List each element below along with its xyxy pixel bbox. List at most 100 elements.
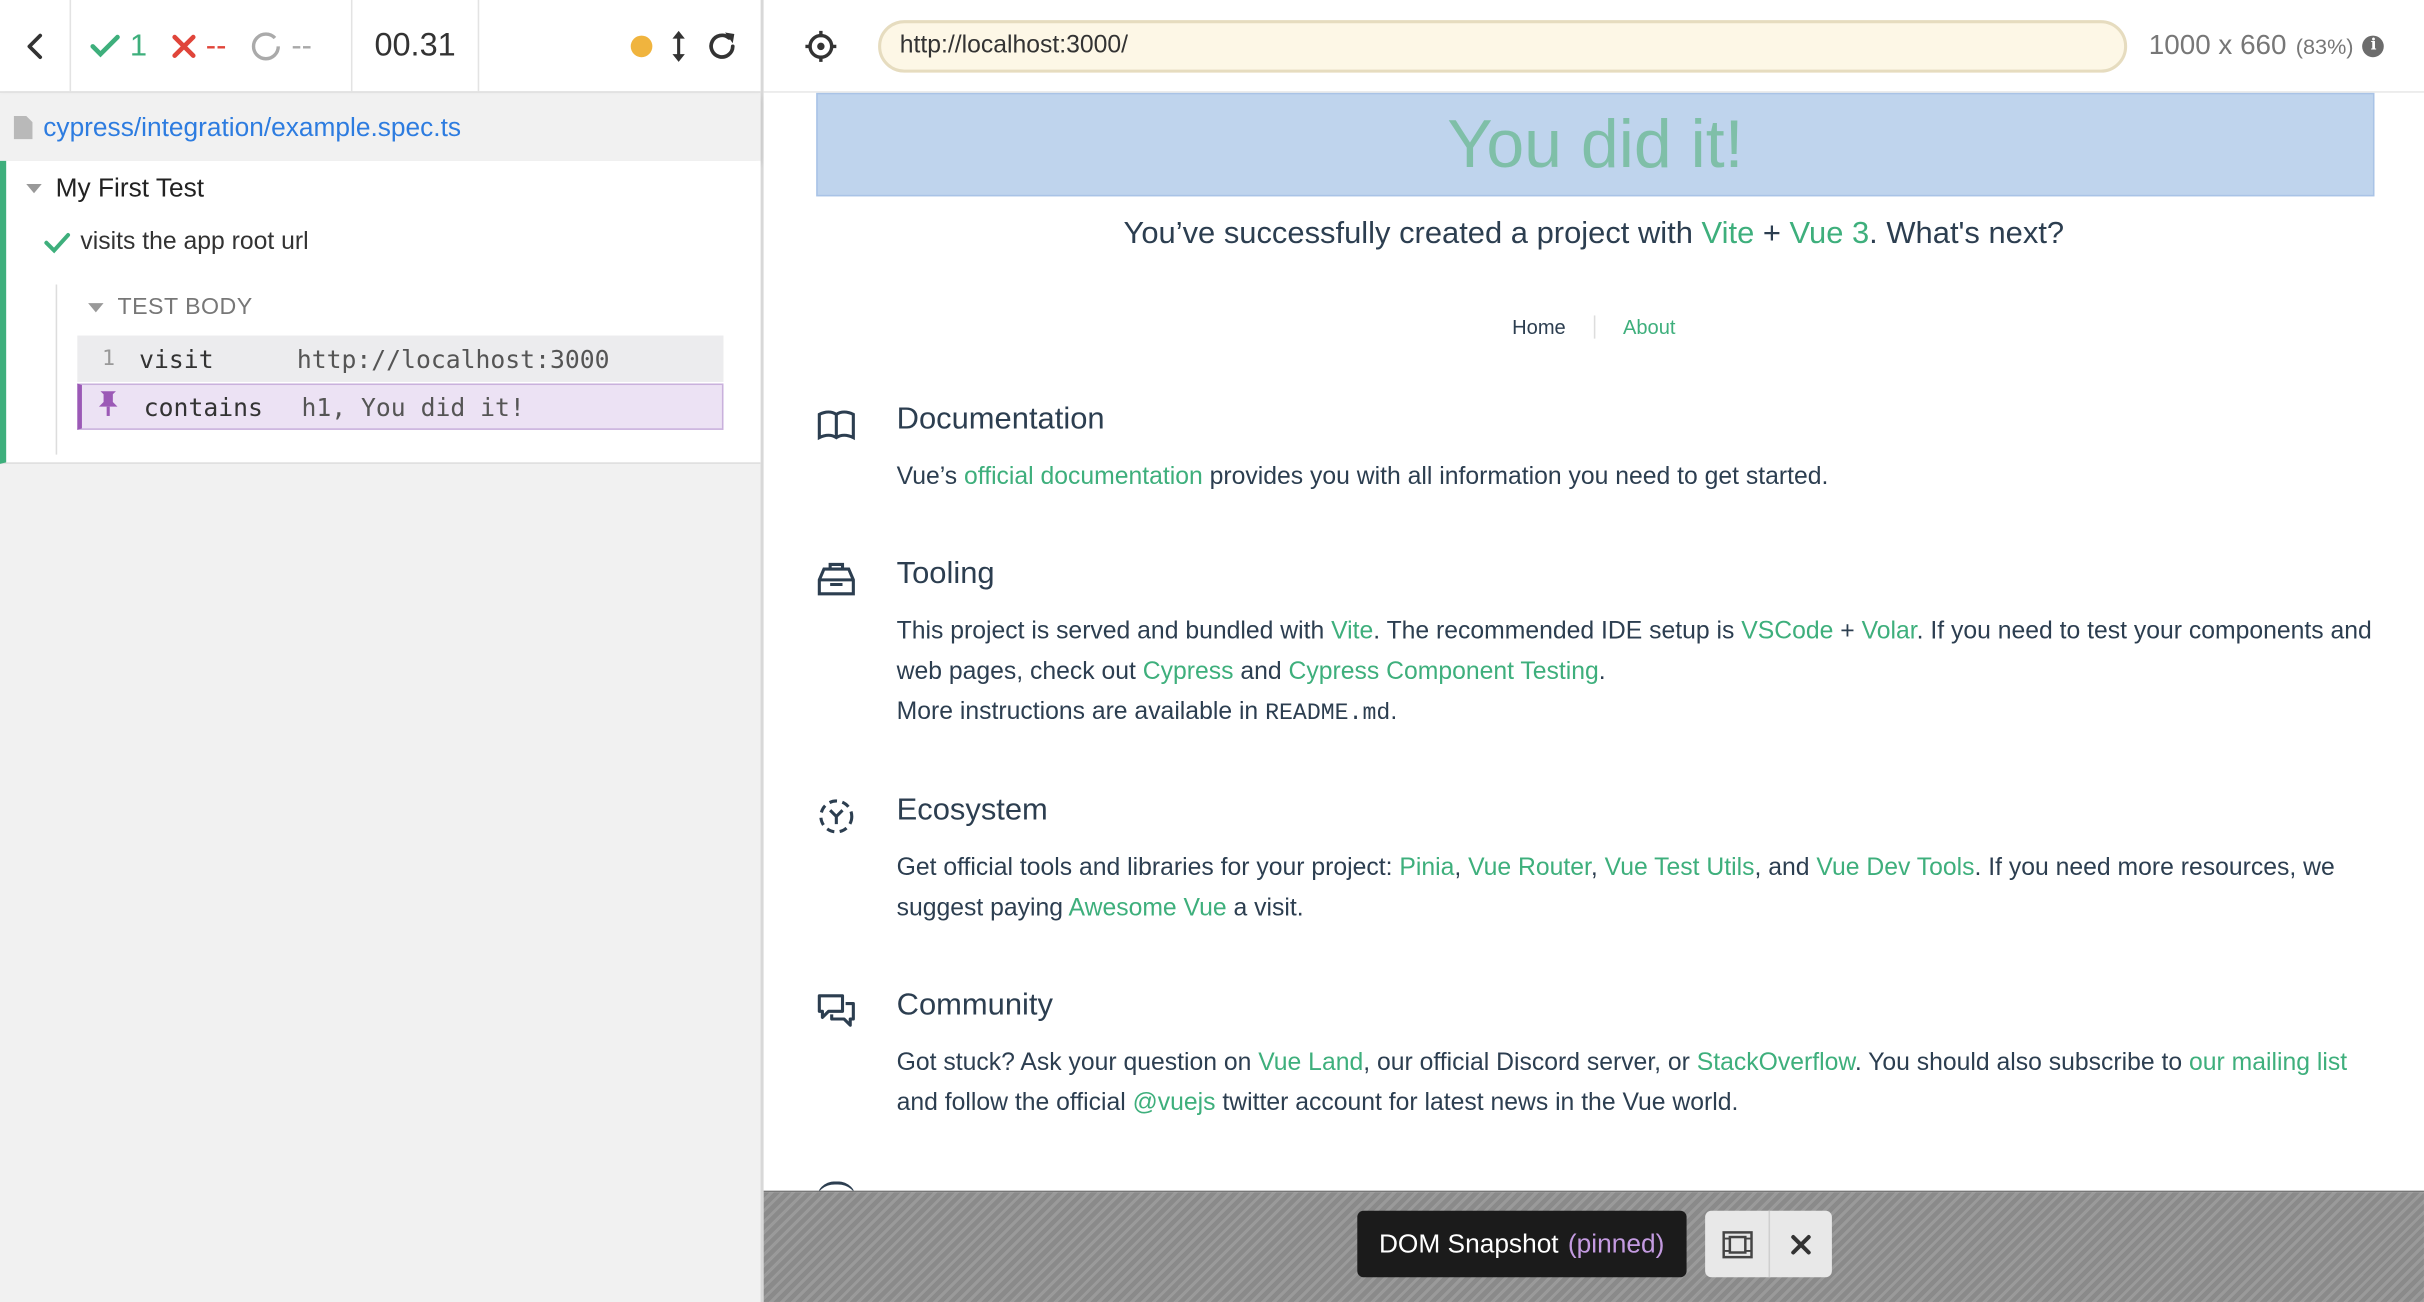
command-number: 1 (102, 346, 116, 372)
text-run: . (1390, 698, 1398, 726)
snapshot-title: DOM Snapshot (1378, 1228, 1559, 1258)
viewport-scale: (83%) (2295, 33, 2354, 58)
check-icon (44, 233, 71, 254)
test-tree: My First Test visits the app root url TE… (0, 160, 761, 464)
passed-count: 1 (129, 28, 148, 63)
greeting-before: You’ve successfully created a project wi… (1123, 216, 1702, 251)
awesome-vue-link[interactable]: Awesome Vue (1069, 895, 1227, 921)
unpin-snapshot-button[interactable] (1768, 1210, 1832, 1278)
viewport-size: 1000 x 660 (2148, 29, 2287, 61)
test-stats: 1 -- -- (71, 0, 353, 93)
section-title: Community (896, 988, 1053, 1023)
chevron-left-icon (26, 33, 42, 60)
text-run: provides you with all information you ne… (1202, 463, 1829, 491)
pinia-link[interactable]: Pinia (1399, 855, 1454, 881)
text-run: . (1598, 658, 1606, 686)
close-icon (1791, 1234, 1811, 1254)
command-message: h1, You did it! (301, 391, 525, 422)
crosshair-icon (805, 30, 837, 62)
hero-title: You did it! (1447, 105, 1744, 182)
suite-item[interactable]: My First Test (25, 173, 204, 204)
section-title: Tooling (896, 556, 995, 591)
test-body-label: TEST BODY (117, 293, 253, 321)
highlight-toggle-button[interactable] (1705, 1211, 1768, 1277)
cypress-component-testing-link[interactable]: Cypress Component Testing (1289, 659, 1599, 685)
command-name: contains (143, 391, 263, 422)
failed-count: -- (205, 28, 227, 63)
text-run: Got stuck? Ask your question on (896, 1049, 1259, 1077)
support-icon (816, 1181, 857, 1190)
text-run: twitter account for latest news in the V… (1215, 1090, 1739, 1117)
command-message: http://localhost:3000 (296, 344, 610, 374)
greeting-text: You’ve successfully created a project wi… (764, 216, 2424, 252)
command-row-pinned[interactable]: contains h1, You did it! (77, 383, 724, 430)
runner-header: 1 -- -- 00.31 (0, 0, 761, 93)
toolbox-icon (817, 562, 855, 596)
vue-router-link[interactable]: Vue Router (1468, 855, 1591, 881)
text-run: , (1590, 855, 1605, 882)
pin-icon (82, 390, 144, 424)
circle-notch-icon (252, 32, 281, 61)
app-nav: Home About (764, 315, 2424, 339)
text-run: a visit. (1226, 895, 1304, 922)
nav-about-link[interactable]: About (1595, 315, 1703, 338)
passed-stat: 1 (90, 29, 147, 65)
section-title: Ecosystem (896, 793, 1048, 828)
caret-down-icon (26, 184, 42, 194)
text-run: , (1454, 855, 1469, 882)
vue-test-utils-link[interactable]: Vue Test Utils (1605, 855, 1755, 881)
vue-land-link[interactable]: Vue Land (1258, 1050, 1363, 1076)
official-docs-link[interactable]: official documentation (964, 464, 1203, 490)
test-body-guide (55, 284, 58, 455)
snapshot-label: DOM Snapshot (pinned) (1357, 1210, 1686, 1278)
section-body: Get official tools and libraries for you… (897, 849, 2381, 929)
pending-stat: -- (251, 29, 312, 65)
aut-header: 1000 x 660 (83%) i (763, 0, 2424, 93)
snapshot-pinned-state: (pinned) (1567, 1228, 1665, 1258)
snapshot-controls: DOM Snapshot (pinned) (763, 1190, 2424, 1302)
info-icon[interactable]: i (2362, 34, 2385, 57)
pending-count: -- (291, 28, 312, 63)
chat-bubbles-icon (817, 994, 855, 1027)
text-run: and (1233, 658, 1289, 686)
vue-dev-tools-link[interactable]: Vue Dev Tools (1816, 855, 1974, 881)
text-run: . You should also subscribe to (1854, 1049, 2190, 1077)
stackoverflow-link[interactable]: StackOverflow (1697, 1050, 1855, 1076)
vite-link[interactable]: Vite (1702, 216, 1755, 250)
command-row[interactable]: 1 visit http://localhost:3000 (77, 335, 724, 382)
mailing-list-link[interactable]: our mailing list (2189, 1050, 2347, 1076)
suite-title: My First Test (55, 173, 205, 203)
cypress-link[interactable]: Cypress (1143, 659, 1234, 685)
readme-code: README.md (1265, 700, 1391, 727)
text-run: , and (1754, 855, 1817, 882)
text-run: Get official tools and libraries for you… (896, 855, 1400, 882)
reload-icon[interactable] (705, 29, 739, 63)
scroll-arrows-icon[interactable] (671, 29, 686, 63)
text-run: , our official Discord server, or (1363, 1049, 1697, 1077)
vscode-link[interactable]: VSCode (1741, 619, 1833, 645)
vue3-link[interactable]: Vue 3 (1790, 216, 1870, 250)
command-name: visit (139, 344, 214, 374)
app-preview: You did it! You’ve successfully created … (763, 92, 2424, 1191)
greeting-plus: + (1754, 216, 1790, 251)
failed-stat: -- (172, 28, 227, 65)
spec-file-link[interactable]: cypress/integration/example.spec.ts (43, 112, 461, 143)
text-run: . The recommended IDE setup is (1373, 618, 1742, 645)
test-title: visits the app root url (80, 228, 309, 256)
volar-link[interactable]: Volar (1862, 619, 1917, 645)
vite-link[interactable]: Vite (1331, 619, 1373, 645)
viewport-info: 1000 x 660 (83%) i (2149, 29, 2385, 61)
back-button[interactable] (0, 0, 72, 93)
url-bar[interactable] (878, 19, 2128, 72)
duration: 00.31 (352, 0, 480, 93)
nav-home-link[interactable]: Home (1484, 315, 1596, 339)
selector-playground-button[interactable] (764, 0, 878, 92)
snapshot-buttons (1705, 1210, 1832, 1278)
section-body: This project is served and bundled with … (897, 612, 2381, 734)
test-item[interactable]: visits the app root url (43, 228, 309, 257)
running-indicator (630, 35, 653, 58)
highlight-box-icon (1721, 1230, 1752, 1258)
vuejs-twitter-link[interactable]: @vuejs (1133, 1090, 1216, 1116)
section-body: Got stuck? Ask your question on Vue Land… (897, 1044, 2381, 1124)
test-body-header[interactable]: TEST BODY (87, 294, 253, 320)
